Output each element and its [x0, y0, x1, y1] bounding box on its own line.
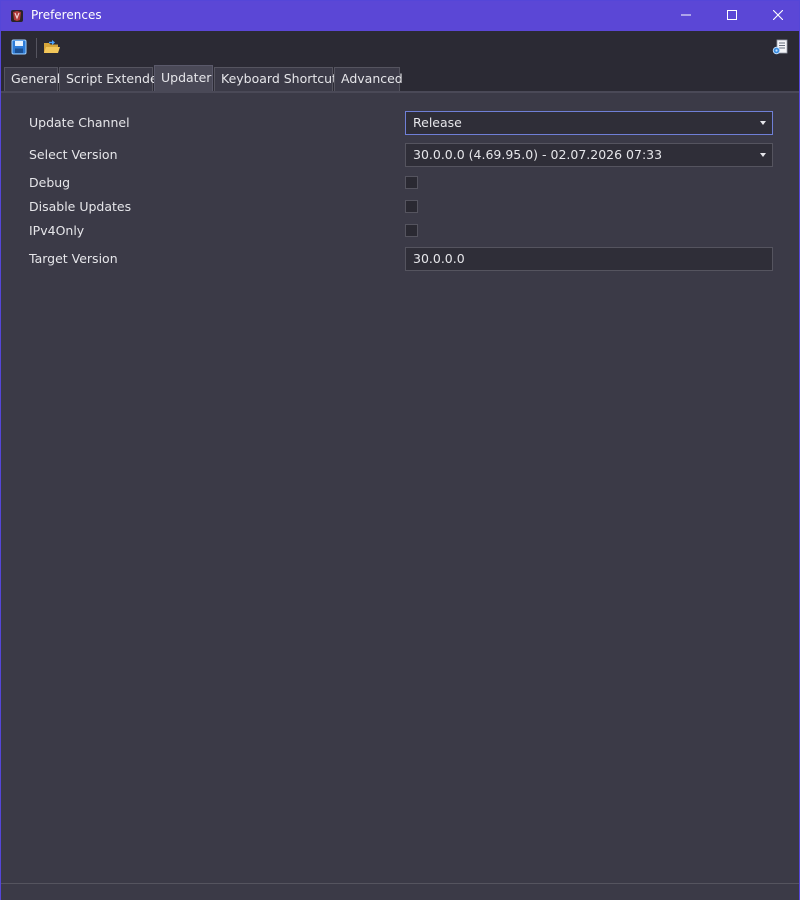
- tab-keyboard-shortcuts[interactable]: Keyboard Shortcuts: [214, 67, 344, 91]
- toolbar: [1, 31, 799, 65]
- tab-updater[interactable]: Updater: [154, 65, 213, 91]
- ipv4only-label: IPv4Only: [29, 223, 85, 238]
- window-title: Preferences: [31, 8, 102, 22]
- target-version-field[interactable]: 30.0.0.0: [405, 247, 773, 271]
- tab-strip: General Script Extender Updater Keyboard…: [1, 65, 799, 93]
- open-folder-button[interactable]: [41, 37, 63, 59]
- debug-label: Debug: [29, 175, 71, 190]
- maximize-button[interactable]: [709, 1, 755, 31]
- close-icon: [772, 9, 784, 23]
- ipv4only-checkbox[interactable]: [405, 224, 418, 237]
- update-channel-dropdown[interactable]: Release: [405, 111, 773, 135]
- disable-updates-checkbox[interactable]: [405, 200, 418, 213]
- target-version-value: 30.0.0.0: [413, 251, 465, 266]
- disable-updates-label: Disable Updates: [29, 199, 132, 214]
- select-version-value: 30.0.0.0 (4.69.95.0) - 02.07.2026 07:33: [413, 147, 663, 162]
- open-folder-icon: [43, 39, 61, 58]
- target-version-label: Target Version: [29, 251, 118, 266]
- tab-advanced[interactable]: Advanced: [334, 67, 403, 91]
- select-version-label: Select Version: [29, 147, 118, 162]
- minimize-button[interactable]: [663, 1, 709, 31]
- save-button[interactable]: [8, 37, 30, 59]
- update-channel-value: Release: [413, 115, 462, 130]
- status-bar: [1, 883, 799, 900]
- debug-checkbox[interactable]: [405, 176, 418, 189]
- chevron-down-icon: [760, 121, 766, 125]
- preferences-window: Preferences General Script Extender Upda…: [0, 0, 800, 900]
- document-settings-icon: [772, 39, 788, 58]
- select-version-dropdown[interactable]: 30.0.0.0 (4.69.95.0) - 02.07.2026 07:33: [405, 143, 773, 167]
- tab-general[interactable]: General: [4, 67, 60, 91]
- document-settings-button[interactable]: [769, 37, 791, 59]
- app-logo-icon: [10, 9, 24, 23]
- update-channel-label: Update Channel: [29, 115, 130, 130]
- close-button[interactable]: [755, 1, 800, 31]
- toolbar-separator: [36, 38, 37, 58]
- title-bar[interactable]: Preferences: [1, 1, 799, 31]
- maximize-icon: [727, 9, 737, 23]
- chevron-down-icon: [760, 153, 766, 157]
- updater-settings-panel: Update Channel Release Select Version 30…: [3, 93, 797, 881]
- save-icon: [11, 39, 27, 58]
- tab-script-extender[interactable]: Script Extender: [59, 67, 163, 91]
- minimize-icon: [681, 9, 691, 23]
